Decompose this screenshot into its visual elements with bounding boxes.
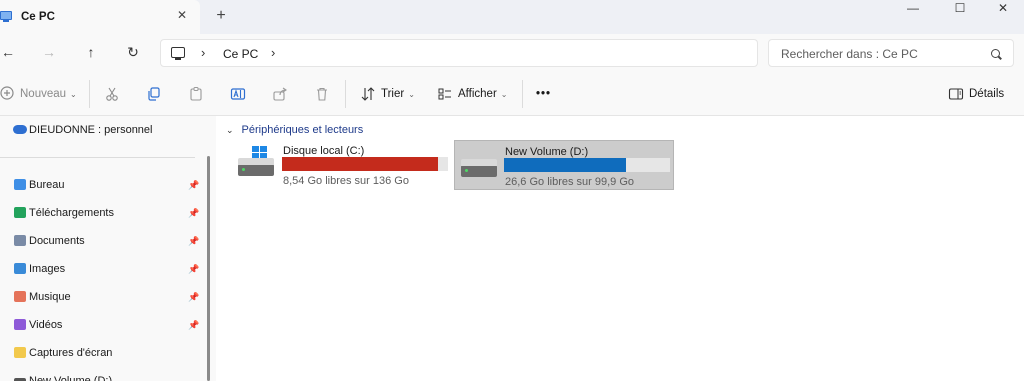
sidebar-item-label: Téléchargements [29, 207, 114, 219]
chevron-down-icon: ⌄ [70, 90, 77, 99]
share-button[interactable] [272, 86, 288, 102]
breadcrumb-chevron-icon[interactable]: › [271, 45, 275, 61]
back-button[interactable]: ← [0, 44, 16, 60]
sidebar-item-new-volume[interactable]: New Volume (D:) [0, 370, 204, 381]
drive-free-space: 8,54 Go libres sur 136 Go [283, 175, 409, 187]
pin-icon: 📌 [188, 264, 200, 274]
breadcrumb[interactable]: › Ce PC › [160, 39, 758, 67]
sidebar-item-label: Bureau [29, 179, 65, 191]
sort-label: Trier [381, 88, 405, 100]
sidebar-item-videos[interactable]: Vidéos 📌 [0, 314, 204, 336]
chevron-down-icon: ⌄ [226, 125, 234, 135]
computer-icon [171, 47, 185, 60]
sidebar-item-label: Captures d'écran [29, 347, 113, 359]
sidebar-item-documents[interactable]: Documents 📌 [0, 230, 204, 252]
sort-button[interactable]: Trier ⌄ [381, 86, 415, 102]
pictures-folder-icon [14, 263, 26, 274]
sidebar-divider [0, 157, 195, 158]
music-folder-icon [14, 291, 26, 302]
minimize-button[interactable]: — [890, 0, 936, 18]
cut-button[interactable] [104, 86, 120, 102]
new-tab-button[interactable]: + [213, 8, 229, 24]
maximize-button[interactable]: ☐ [937, 0, 983, 18]
search-placeholder: Rechercher dans : Ce PC [781, 47, 918, 61]
rename-button[interactable] [230, 86, 246, 102]
navigation-pane: DIEUDONNE : personnel Bureau 📌 Télécharg… [0, 116, 216, 381]
drive-tile-c[interactable]: Disque local (C:) 8,54 Go libres sur 136… [232, 140, 452, 190]
hard-drive-icon [238, 158, 274, 176]
sidebar-item-label: Documents [29, 235, 85, 247]
sidebar-item-label: Musique [29, 291, 71, 303]
content-pane: ⌄ Périphériques et lecteurs Disque local … [216, 116, 1024, 381]
new-button[interactable]: Nouveau ⌄ [20, 86, 77, 102]
drive-usage-bar [504, 158, 670, 172]
more-options-button[interactable]: ••• [536, 86, 551, 102]
toolbar-divider [522, 80, 523, 108]
sidebar-item-label: New Volume (D:) [29, 375, 113, 381]
tab-close-icon[interactable]: ✕ [175, 8, 189, 22]
drive-usage-bar [282, 157, 448, 171]
view-label: Afficher [458, 88, 497, 100]
folder-icon [14, 347, 26, 358]
chevron-down-icon: ⌄ [408, 90, 415, 99]
computer-icon [0, 11, 12, 22]
details-button[interactable]: Détails [969, 86, 1004, 102]
drive-free-space: 26,6 Go libres sur 99,9 Go [505, 176, 635, 188]
breadcrumb-chevron-icon[interactable]: › [201, 45, 205, 61]
sidebar-item-images[interactable]: Images 📌 [0, 258, 204, 280]
tab-title: Ce PC [21, 11, 55, 23]
sidebar-item-bureau[interactable]: Bureau 📌 [0, 174, 204, 196]
sidebar-item-captures[interactable]: Captures d'écran [0, 342, 204, 364]
up-button[interactable]: ↑ [83, 44, 99, 60]
pin-icon: 📌 [188, 292, 200, 302]
paste-button[interactable] [188, 86, 204, 102]
sidebar-item-label: DIEUDONNE : personnel [29, 124, 153, 136]
sort-icon [360, 86, 376, 102]
new-label: Nouveau [20, 88, 67, 100]
drive-usage-fill [282, 157, 438, 171]
pin-icon: 📌 [188, 180, 200, 190]
sidebar-item-onedrive[interactable]: DIEUDONNE : personnel [0, 119, 204, 141]
chevron-down-icon: ⌄ [500, 90, 508, 99]
view-button[interactable]: Afficher ⌄ [458, 86, 507, 102]
details-pane-icon [948, 86, 964, 102]
command-bar: Nouveau ⌄ Trier ⌄ Afficher ⌄ ••• Détails [0, 72, 1024, 116]
cloud-icon [13, 125, 27, 134]
pin-icon: 📌 [188, 236, 200, 246]
search-icon [991, 49, 1000, 58]
downloads-folder-icon [14, 207, 26, 218]
forward-button[interactable]: → [41, 44, 57, 60]
pin-icon: 📌 [188, 320, 200, 330]
search-box[interactable]: Rechercher dans : Ce PC [768, 39, 1014, 67]
group-title: Périphériques et lecteurs [241, 124, 364, 136]
drive-name: New Volume (D:) [505, 146, 589, 158]
sidebar-item-label: Vidéos [29, 319, 63, 331]
videos-folder-icon [14, 319, 26, 330]
drive-usage-fill [504, 158, 626, 172]
delete-button[interactable] [314, 86, 330, 102]
toolbar-divider [345, 80, 346, 108]
address-bar-row: ← → ↑ ↻ › Ce PC › Rechercher dans : Ce P… [0, 34, 1024, 72]
drive-tile-d[interactable]: New Volume (D:) 26,6 Go libres sur 99,9 … [454, 140, 674, 190]
desktop-folder-icon [14, 179, 26, 190]
hard-drive-icon [461, 159, 497, 177]
sidebar-item-musique[interactable]: Musique 📌 [0, 286, 204, 308]
title-bar: Ce PC ✕ + — ☐ ✕ [0, 0, 1024, 34]
tab-ce-pc[interactable]: Ce PC ✕ [0, 0, 200, 34]
copy-button[interactable] [146, 86, 162, 102]
sidebar-scrollbar[interactable] [207, 156, 210, 381]
breadcrumb-item-ce-pc[interactable]: Ce PC [223, 47, 258, 61]
toolbar-divider [89, 80, 90, 108]
drive-name: Disque local (C:) [283, 145, 365, 157]
group-header-devices[interactable]: ⌄ Périphériques et lecteurs [226, 124, 363, 136]
close-window-button[interactable]: ✕ [980, 0, 1024, 18]
new-plus-icon [0, 86, 16, 102]
view-icon [437, 86, 453, 102]
pin-icon: 📌 [188, 208, 200, 218]
refresh-button[interactable]: ↻ [125, 44, 141, 60]
sidebar-item-label: Images [29, 263, 66, 275]
documents-folder-icon [14, 235, 26, 246]
sidebar-item-telechargements[interactable]: Téléchargements 📌 [0, 202, 204, 224]
